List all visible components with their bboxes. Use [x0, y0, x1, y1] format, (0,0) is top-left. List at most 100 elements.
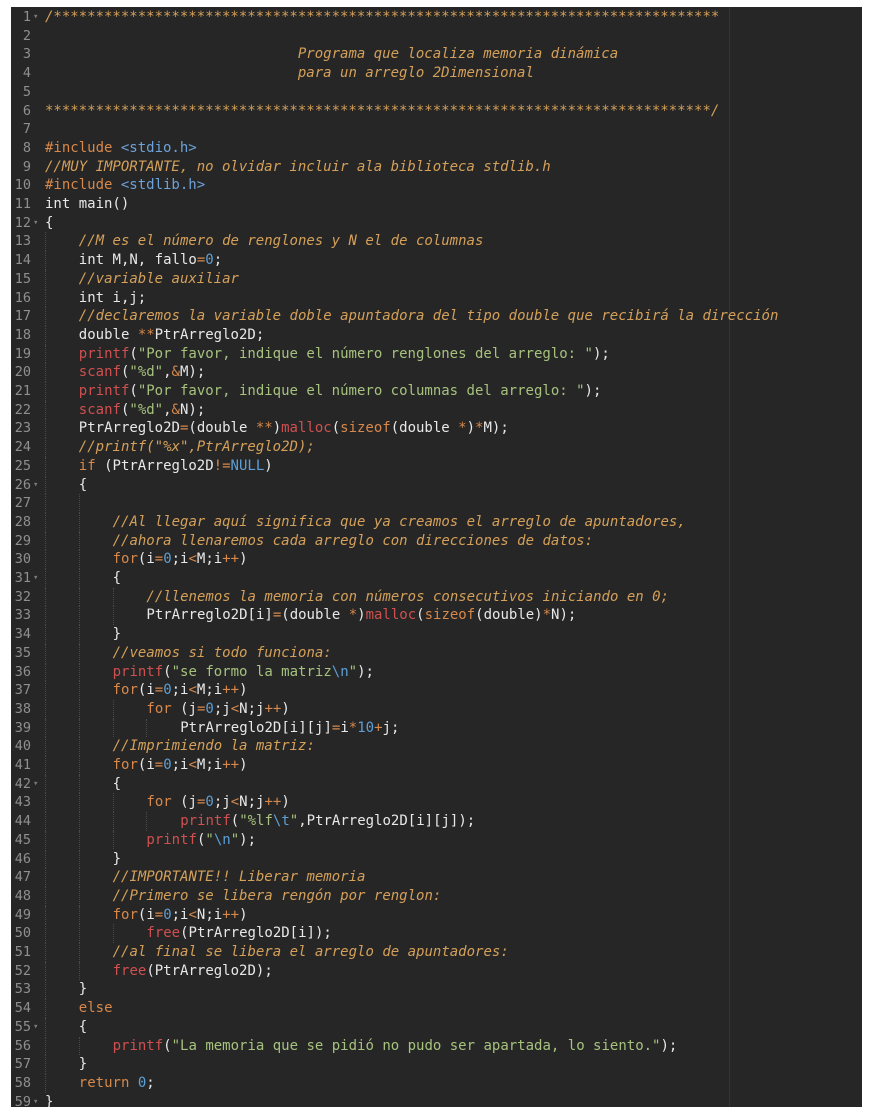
code-line[interactable]: 35 //veamos si todo funciona: — [11, 643, 862, 663]
code-line[interactable]: 29 //ahora llenaremos cada arreglo con di… — [11, 531, 862, 551]
fold-toggle-icon[interactable]: ▾ — [33, 775, 43, 794]
fold-toggle-icon[interactable]: ▾ — [33, 1093, 43, 1107]
code-line[interactable]: 25 if (PtrArreglo2D!=NULL) — [11, 456, 862, 476]
code-line[interactable]: 33 PtrArreglo2D[i]=(double *)malloc(sizeo… — [11, 606, 862, 626]
code-text[interactable]: para un arreglo 2Dimensional — [45, 64, 534, 83]
code-text[interactable]: { — [113, 569, 121, 588]
code-text[interactable]: return 0; — [79, 1074, 155, 1093]
code-line[interactable]: 24 //printf("%x",PtrArreglo2D); — [11, 438, 862, 457]
code-line[interactable]: 8 #include <stdio.h> — [11, 139, 862, 158]
code-line[interactable]: 45 printf("\n"); — [11, 830, 862, 850]
code-text[interactable]: free(PtrArreglo2D); — [113, 962, 273, 981]
code-line[interactable]: 31 ▾ { — [11, 569, 862, 588]
code-line[interactable]: 16 int i,j; — [11, 288, 862, 308]
code-line[interactable]: 39 PtrArreglo2D[i][j]=i*10+j; — [11, 718, 862, 738]
code-line[interactable]: 18 double **PtrArreglo2D; — [11, 325, 862, 345]
code-text[interactable]: #include <stdio.h> — [45, 139, 197, 158]
code-line[interactable]: 48 //Primero se libera rengón por renglon… — [11, 886, 862, 906]
code-line[interactable]: 59 ▾} — [11, 1093, 862, 1107]
code-line[interactable]: 57} — [11, 1055, 862, 1074]
code-text[interactable]: { — [45, 214, 53, 233]
code-line[interactable]: 9 //MUY IMPORTANTE, no olvidar incluir al… — [11, 158, 862, 177]
code-line[interactable]: 28 //Al llegar aquí significa que ya crea… — [11, 512, 862, 532]
code-text[interactable]: { — [79, 1018, 87, 1037]
code-text[interactable]: //Primero se libera rengón por renglon: — [113, 887, 442, 906]
code-line[interactable]: 30 for(i=0;i<M;i++) — [11, 550, 862, 569]
code-line[interactable]: 17 //declaremos la variable doble apuntad… — [11, 307, 862, 326]
code-line[interactable]: 6 ***************************************… — [11, 102, 862, 121]
code-line[interactable]: 54 else — [11, 999, 862, 1018]
code-text[interactable]: for(i=0;i<M;i++) — [113, 681, 248, 700]
code-line[interactable]: 52 free(PtrArreglo2D); — [11, 961, 862, 981]
code-line[interactable]: 26 ▾ { — [11, 475, 862, 495]
code-text[interactable]: int M,N, fallo=0; — [79, 251, 222, 270]
code-text[interactable]: double **PtrArreglo2D; — [79, 326, 264, 345]
code-line[interactable]: 27 — [11, 494, 862, 513]
code-line[interactable]: 47 //IMPORTANTE!! Liberar memoria — [11, 868, 862, 887]
fold-toggle-icon[interactable]: ▾ — [33, 214, 43, 233]
code-text[interactable]: //IMPORTANTE!! Liberar memoria — [113, 868, 366, 887]
code-line[interactable]: 46} — [11, 849, 862, 869]
code-text[interactable]: int main() — [45, 195, 129, 214]
code-line[interactable]: 43 for (j=0;j<N;j++) — [11, 793, 862, 813]
code-text[interactable]: PtrArreglo2D[i][j]=i*10+j; — [180, 719, 399, 738]
fold-toggle-icon[interactable]: ▾ — [33, 8, 43, 27]
code-text[interactable]: //al final se libera el arreglo de apunt… — [113, 943, 509, 962]
code-line[interactable]: 23 PtrArreglo2D=(double **)malloc(sizeof(… — [11, 419, 862, 439]
code-text[interactable]: //Al llegar aquí significa que ya creamo… — [113, 513, 686, 532]
code-line[interactable]: 10 #include <stdlib.h> — [11, 176, 862, 195]
code-text[interactable]: //ahora llenaremos cada arreglo con dire… — [113, 532, 593, 551]
code-text[interactable]: scanf("%d",&N); — [79, 401, 205, 420]
code-line[interactable]: 37 for(i=0;i<M;i++) — [11, 681, 862, 700]
code-text[interactable]: } — [113, 625, 121, 644]
code-line[interactable]: 55 ▾ { — [11, 1017, 862, 1037]
code-line[interactable]: 41 for(i=0;i<M;i++) — [11, 756, 862, 775]
code-text[interactable]: PtrArreglo2D[i]=(double *)malloc(sizeof(… — [146, 606, 576, 625]
code-line[interactable]: 4 para un arreglo 2Dimensional — [11, 64, 862, 83]
code-line[interactable]: 3 Programa que localiza memoria dinámica — [11, 45, 862, 64]
code-text[interactable]: //veamos si todo funciona: — [113, 644, 332, 663]
code-line[interactable]: 22 scanf("%d",&N); — [11, 400, 862, 420]
code-line[interactable]: 58 return 0; — [11, 1073, 862, 1093]
code-text[interactable]: //Imprimiendo la matriz: — [113, 737, 315, 756]
code-line[interactable]: 40 //Imprimiendo la matriz: — [11, 737, 862, 756]
code-text[interactable]: Programa que localiza memoria dinámica — [45, 45, 618, 64]
code-line[interactable]: 14 int M,N, fallo=0; — [11, 251, 862, 270]
code-line[interactable]: 50 free(PtrArreglo2D[i]); — [11, 924, 862, 943]
code-line[interactable]: 5 — [11, 83, 862, 102]
fold-toggle-icon[interactable]: ▾ — [33, 569, 43, 588]
code-line[interactable]: 13 //M es el número de renglones y N el d… — [11, 232, 862, 252]
code-text[interactable]: //declaremos la variable doble apuntador… — [79, 307, 779, 326]
code-text[interactable]: printf("Por favor, indique el número ren… — [79, 345, 610, 364]
code-text[interactable]: #include <stdlib.h> — [45, 176, 205, 195]
code-text[interactable]: printf("%lf\t",PtrArreglo2D[i][j]); — [180, 812, 475, 831]
code-line[interactable]: 49 for(i=0;i<N;i++) — [11, 905, 862, 925]
code-line[interactable]: 53} — [11, 980, 862, 1000]
code-text[interactable]: scanf("%d",&M); — [79, 363, 205, 382]
code-text[interactable]: for(i=0;i<N;i++) — [113, 906, 248, 925]
code-text[interactable]: printf("Por favor, indique el número col… — [79, 382, 602, 401]
code-text[interactable]: for(i=0;i<M;i++) — [113, 550, 248, 569]
code-line[interactable]: 36 printf("se formo la matriz\n"); — [11, 662, 862, 682]
code-line[interactable]: 7 — [11, 120, 862, 139]
code-line[interactable]: 1 ▾/*************************************… — [11, 8, 862, 27]
code-editor[interactable]: 1 ▾/*************************************… — [11, 7, 862, 1107]
code-text[interactable]: /***************************************… — [45, 8, 719, 27]
code-text[interactable]: printf("\n"); — [146, 831, 256, 850]
code-text[interactable]: //llenemos la memoria con números consec… — [146, 588, 669, 607]
code-text[interactable]: printf("se formo la matriz\n"); — [113, 663, 374, 682]
code-line[interactable]: 51 //al final se libera el arreglo de apu… — [11, 943, 862, 962]
fold-toggle-icon[interactable]: ▾ — [33, 476, 43, 495]
code-line[interactable]: 20 scanf("%d",&M); — [11, 363, 862, 382]
code-text[interactable]: printf("La memoria que se pidió no pudo … — [113, 1037, 678, 1056]
code-text[interactable]: for(i=0;i<M;i++) — [113, 756, 248, 775]
code-line[interactable]: 2 — [11, 27, 862, 46]
code-text[interactable]: for (j=0;j<N;j++) — [146, 700, 289, 719]
code-text[interactable]: //variable auxiliar — [79, 270, 239, 289]
code-text[interactable]: //MUY IMPORTANTE, no olvidar incluir ala… — [45, 158, 551, 177]
code-text[interactable]: free(PtrArreglo2D[i]); — [146, 924, 331, 943]
code-line[interactable]: 38 for (j=0;j<N;j++) — [11, 699, 862, 719]
code-line[interactable]: 32 //llenemos la memoria con números cons… — [11, 587, 862, 607]
code-line[interactable]: 21 printf("Por favor, indique el número c… — [11, 382, 862, 401]
code-text[interactable]: { — [113, 775, 121, 794]
